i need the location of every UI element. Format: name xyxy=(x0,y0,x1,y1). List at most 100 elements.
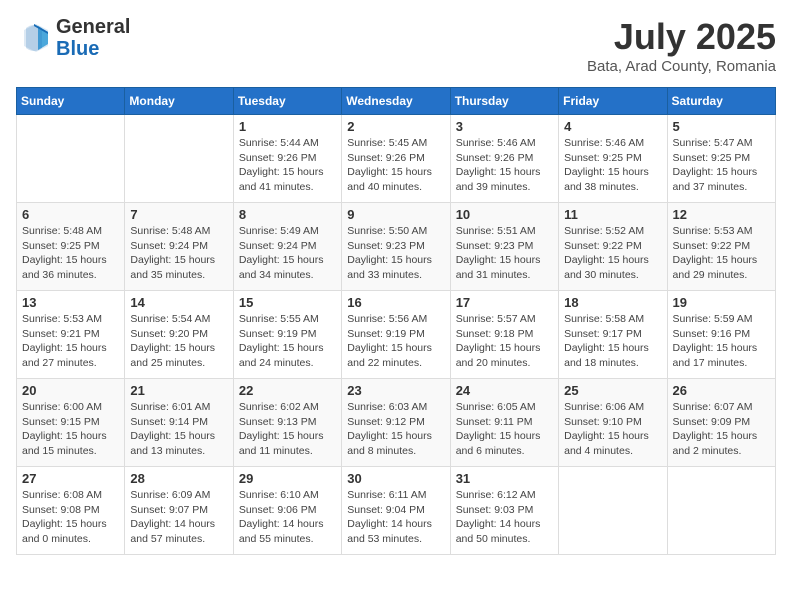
day-number: 5 xyxy=(673,119,770,134)
calendar-cell: 11 Sunrise: 5:52 AM Sunset: 9:22 PM Dayli… xyxy=(559,203,667,291)
day-info: Sunrise: 5:53 AM Sunset: 9:22 PM Dayligh… xyxy=(673,224,770,283)
day-number: 21 xyxy=(130,383,227,398)
day-number: 30 xyxy=(347,471,444,486)
day-info: Sunrise: 5:47 AM Sunset: 9:25 PM Dayligh… xyxy=(673,136,770,195)
calendar-cell: 31Sunrise: 6:12 AM Sunset: 9:03 PM Dayli… xyxy=(450,467,558,555)
day-number: 26 xyxy=(673,383,770,398)
day-number: 22 xyxy=(239,383,336,398)
day-info: Sunrise: 5:51 AM Sunset: 9:23 PM Dayligh… xyxy=(456,224,553,283)
calendar-week-row: 6Sunrise: 5:48 AM Sunset: 9:25 PM Daylig… xyxy=(17,203,776,291)
calendar-cell xyxy=(17,115,125,203)
calendar-cell: 9 Sunrise: 5:50 AM Sunset: 9:23 PM Daylig… xyxy=(342,203,450,291)
calendar-cell: 22 Sunrise: 6:02 AM Sunset: 9:13 PM Dayli… xyxy=(233,379,341,467)
day-info: Sunrise: 5:53 AM Sunset: 9:21 PM Dayligh… xyxy=(22,312,119,371)
day-info: Sunrise: 6:09 AM Sunset: 9:07 PM Dayligh… xyxy=(130,488,227,547)
day-number: 11 xyxy=(564,207,661,222)
day-info: Sunrise: 6:03 AM Sunset: 9:12 PM Dayligh… xyxy=(347,400,444,459)
day-info: Sunrise: 5:57 AM Sunset: 9:18 PM Dayligh… xyxy=(456,312,553,371)
day-info: Sunrise: 6:10 AM Sunset: 9:06 PM Dayligh… xyxy=(239,488,336,547)
day-number: 25 xyxy=(564,383,661,398)
day-info: Sunrise: 6:02 AM Sunset: 9:13 PM Dayligh… xyxy=(239,400,336,459)
weekday-header-friday: Friday xyxy=(559,88,667,115)
logo-text: General Blue xyxy=(56,16,130,60)
day-number: 16 xyxy=(347,295,444,310)
day-info: Sunrise: 5:46 AM Sunset: 9:26 PM Dayligh… xyxy=(456,136,553,195)
calendar-table: SundayMondayTuesdayWednesdayThursdayFrid… xyxy=(16,87,776,555)
calendar-cell: 6Sunrise: 5:48 AM Sunset: 9:25 PM Daylig… xyxy=(17,203,125,291)
day-info: Sunrise: 5:59 AM Sunset: 9:16 PM Dayligh… xyxy=(673,312,770,371)
calendar-cell xyxy=(559,467,667,555)
calendar-cell xyxy=(667,467,775,555)
logo: General Blue xyxy=(16,16,130,60)
day-info: Sunrise: 5:45 AM Sunset: 9:26 PM Dayligh… xyxy=(347,136,444,195)
location: Bata, Arad County, Romania xyxy=(587,58,776,75)
calendar-cell: 28 Sunrise: 6:09 AM Sunset: 9:07 PM Dayli… xyxy=(125,467,233,555)
day-info: Sunrise: 5:52 AM Sunset: 9:22 PM Dayligh… xyxy=(564,224,661,283)
calendar-cell: 29 Sunrise: 6:10 AM Sunset: 9:06 PM Dayli… xyxy=(233,467,341,555)
day-number: 23 xyxy=(347,383,444,398)
calendar-cell: 12 Sunrise: 5:53 AM Sunset: 9:22 PM Dayli… xyxy=(667,203,775,291)
calendar-cell: 16Sunrise: 5:56 AM Sunset: 9:19 PM Dayli… xyxy=(342,291,450,379)
calendar-cell: 17Sunrise: 5:57 AM Sunset: 9:18 PM Dayli… xyxy=(450,291,558,379)
day-number: 13 xyxy=(22,295,119,310)
logo-icon xyxy=(16,20,52,56)
calendar-cell: 8Sunrise: 5:49 AM Sunset: 9:24 PM Daylig… xyxy=(233,203,341,291)
calendar-week-row: 1 Sunrise: 5:44 AM Sunset: 9:26 PM Daylig… xyxy=(17,115,776,203)
day-info: Sunrise: 6:00 AM Sunset: 9:15 PM Dayligh… xyxy=(22,400,119,459)
day-info: Sunrise: 6:08 AM Sunset: 9:08 PM Dayligh… xyxy=(22,488,119,547)
calendar-cell: 5 Sunrise: 5:47 AM Sunset: 9:25 PM Daylig… xyxy=(667,115,775,203)
calendar-week-row: 20 Sunrise: 6:00 AM Sunset: 9:15 PM Dayli… xyxy=(17,379,776,467)
page-header: General Blue July 2025 Bata, Arad County… xyxy=(16,16,776,75)
day-info: Sunrise: 6:05 AM Sunset: 9:11 PM Dayligh… xyxy=(456,400,553,459)
weekday-header-monday: Monday xyxy=(125,88,233,115)
day-info: Sunrise: 5:44 AM Sunset: 9:26 PM Dayligh… xyxy=(239,136,336,195)
weekday-header-tuesday: Tuesday xyxy=(233,88,341,115)
day-number: 4 xyxy=(564,119,661,134)
calendar-week-row: 27Sunrise: 6:08 AM Sunset: 9:08 PM Dayli… xyxy=(17,467,776,555)
day-number: 1 xyxy=(239,119,336,134)
calendar-cell: 21 Sunrise: 6:01 AM Sunset: 9:14 PM Dayli… xyxy=(125,379,233,467)
calendar-cell: 1 Sunrise: 5:44 AM Sunset: 9:26 PM Daylig… xyxy=(233,115,341,203)
day-info: Sunrise: 5:50 AM Sunset: 9:23 PM Dayligh… xyxy=(347,224,444,283)
day-number: 6 xyxy=(22,207,119,222)
day-info: Sunrise: 5:48 AM Sunset: 9:24 PM Dayligh… xyxy=(130,224,227,283)
weekday-header-sunday: Sunday xyxy=(17,88,125,115)
day-info: Sunrise: 6:12 AM Sunset: 9:03 PM Dayligh… xyxy=(456,488,553,547)
day-number: 14 xyxy=(130,295,227,310)
calendar-cell: 4 Sunrise: 5:46 AM Sunset: 9:25 PM Daylig… xyxy=(559,115,667,203)
day-number: 7 xyxy=(130,207,227,222)
day-number: 15 xyxy=(239,295,336,310)
calendar-cell: 30 Sunrise: 6:11 AM Sunset: 9:04 PM Dayli… xyxy=(342,467,450,555)
day-info: Sunrise: 5:46 AM Sunset: 9:25 PM Dayligh… xyxy=(564,136,661,195)
logo-blue: Blue xyxy=(56,38,99,60)
calendar-cell: 15Sunrise: 5:55 AM Sunset: 9:19 PM Dayli… xyxy=(233,291,341,379)
day-number: 18 xyxy=(564,295,661,310)
day-info: Sunrise: 6:06 AM Sunset: 9:10 PM Dayligh… xyxy=(564,400,661,459)
day-number: 28 xyxy=(130,471,227,486)
day-number: 2 xyxy=(347,119,444,134)
calendar-cell: 24 Sunrise: 6:05 AM Sunset: 9:11 PM Dayli… xyxy=(450,379,558,467)
day-number: 9 xyxy=(347,207,444,222)
calendar-cell: 13 Sunrise: 5:53 AM Sunset: 9:21 PM Dayli… xyxy=(17,291,125,379)
day-info: Sunrise: 6:01 AM Sunset: 9:14 PM Dayligh… xyxy=(130,400,227,459)
weekday-header-thursday: Thursday xyxy=(450,88,558,115)
day-info: Sunrise: 5:49 AM Sunset: 9:24 PM Dayligh… xyxy=(239,224,336,283)
calendar-cell: 7 Sunrise: 5:48 AM Sunset: 9:24 PM Daylig… xyxy=(125,203,233,291)
calendar-cell: 2 Sunrise: 5:45 AM Sunset: 9:26 PM Daylig… xyxy=(342,115,450,203)
calendar-cell: 10Sunrise: 5:51 AM Sunset: 9:23 PM Dayli… xyxy=(450,203,558,291)
calendar-cell: 3 Sunrise: 5:46 AM Sunset: 9:26 PM Daylig… xyxy=(450,115,558,203)
day-info: Sunrise: 6:11 AM Sunset: 9:04 PM Dayligh… xyxy=(347,488,444,547)
calendar-cell xyxy=(125,115,233,203)
day-info: Sunrise: 5:54 AM Sunset: 9:20 PM Dayligh… xyxy=(130,312,227,371)
calendar-cell: 20 Sunrise: 6:00 AM Sunset: 9:15 PM Dayli… xyxy=(17,379,125,467)
weekday-header-wednesday: Wednesday xyxy=(342,88,450,115)
weekday-header-row: SundayMondayTuesdayWednesdayThursdayFrid… xyxy=(17,88,776,115)
title-block: July 2025 Bata, Arad County, Romania xyxy=(587,16,776,75)
day-number: 29 xyxy=(239,471,336,486)
day-number: 24 xyxy=(456,383,553,398)
day-number: 20 xyxy=(22,383,119,398)
day-number: 3 xyxy=(456,119,553,134)
day-number: 12 xyxy=(673,207,770,222)
day-number: 19 xyxy=(673,295,770,310)
day-info: Sunrise: 5:58 AM Sunset: 9:17 PM Dayligh… xyxy=(564,312,661,371)
